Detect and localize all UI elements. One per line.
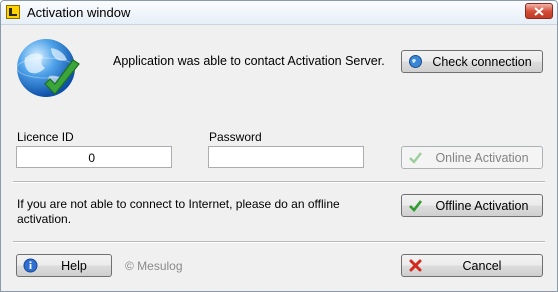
licence-id-field[interactable]: 0: [16, 146, 172, 168]
window-title: Activation window: [27, 5, 131, 20]
copyright-text: © Mesulog: [125, 259, 183, 273]
licence-id-value: 0: [88, 151, 95, 165]
help-button[interactable]: Help: [16, 254, 112, 277]
cancel-x-icon: [409, 259, 422, 272]
online-activation-button[interactable]: Online Activation: [401, 146, 543, 169]
connection-status-text: Application was able to contact Activati…: [113, 54, 385, 68]
labview-app-icon: [6, 5, 20, 19]
check-connection-button[interactable]: Check connection: [401, 50, 543, 73]
separator: [13, 181, 545, 183]
checkmark-icon: [409, 200, 423, 212]
password-label: Password: [209, 130, 262, 144]
offline-activation-button[interactable]: Offline Activation: [401, 194, 543, 217]
globe-icon: [409, 55, 422, 68]
separator: [13, 241, 545, 243]
close-icon: [534, 7, 544, 16]
close-window-button[interactable]: [525, 3, 553, 19]
title-bar: Activation window: [1, 1, 557, 25]
checkmark-icon: [409, 152, 422, 164]
offline-instructions-text: If you are not able to connect to Intern…: [17, 197, 340, 226]
activation-window: Activation window Application was able t…: [0, 0, 558, 292]
info-icon: [23, 258, 38, 273]
licence-id-label: Licence ID: [17, 130, 74, 144]
globe-checkmark-icon: [16, 39, 80, 97]
cancel-button[interactable]: Cancel: [401, 254, 543, 277]
password-field[interactable]: [208, 146, 364, 168]
